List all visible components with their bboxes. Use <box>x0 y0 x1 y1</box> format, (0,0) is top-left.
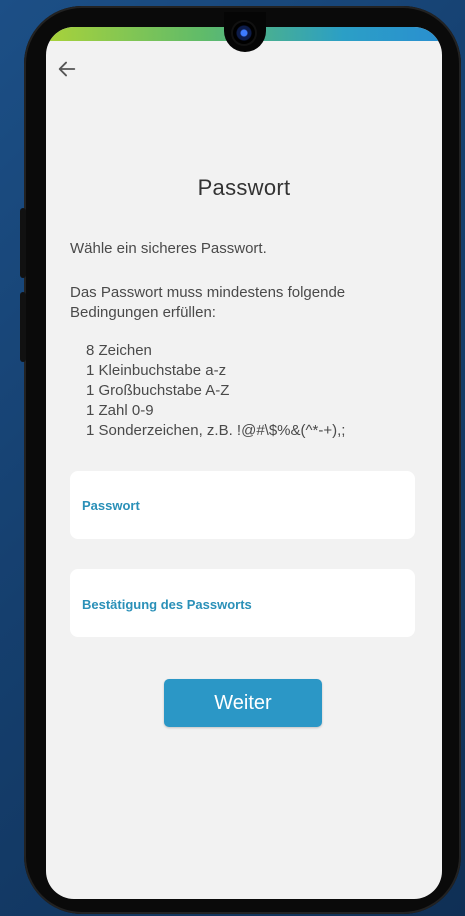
requirements-intro-line2: Bedingungen erfüllen: <box>70 304 216 321</box>
confirm-password-field[interactable]: Bestätigung des Passworts <box>70 569 415 637</box>
requirements-intro-line1: Das Passwort muss mindestens folgende <box>70 284 346 301</box>
requirement-item: 1 Zahl 0-9 <box>86 402 154 419</box>
confirm-password-input[interactable] <box>82 609 403 631</box>
password-input[interactable] <box>82 511 403 533</box>
arrow-left-icon <box>58 61 76 77</box>
page-title: Passwort <box>197 175 291 200</box>
intro-text: Wähle ein sicheres Passwort. <box>70 240 267 257</box>
requirement-item: 8 Zeichen <box>86 342 152 359</box>
power-button <box>20 292 26 362</box>
app-screen <box>46 27 442 899</box>
requirement-item: 1 Sonderzeichen, z.B. !@#\$%&(^*-+),; <box>86 422 346 439</box>
requirement-item: 1 Großbuchstabe A-Z <box>86 382 230 399</box>
requirement-item: 1 Kleinbuchstabe a-z <box>86 362 227 379</box>
requirements-list: 8 Zeichen 1 Kleinbuchstabe a-z 1 Großbuc… <box>86 341 345 441</box>
requirements-intro: Das Passwort muss mindestens folgende Be… <box>70 283 345 323</box>
volume-button <box>20 208 26 278</box>
password-field[interactable]: Passwort <box>70 471 415 539</box>
back-button[interactable] <box>56 58 82 84</box>
continue-button[interactable]: Weiter <box>164 679 322 727</box>
front-camera <box>233 22 255 44</box>
